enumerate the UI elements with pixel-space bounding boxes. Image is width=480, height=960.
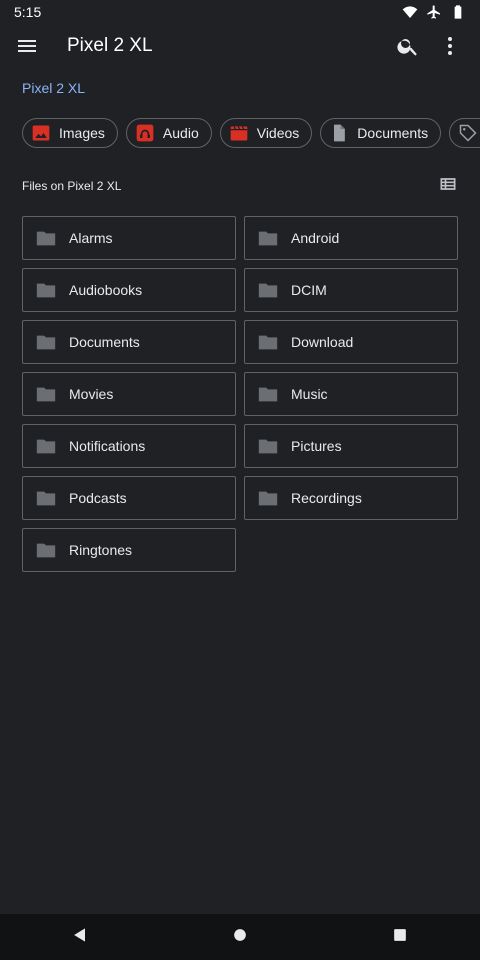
- folder-icon: [36, 335, 56, 350]
- folder-name: Documents: [69, 334, 140, 350]
- menu-icon: [18, 40, 36, 52]
- folder-icon: [258, 439, 278, 454]
- label-icon: [459, 124, 477, 142]
- status-icons: [402, 4, 466, 20]
- battery-icon: [454, 5, 462, 19]
- folder-name: Pictures: [291, 438, 342, 454]
- airplane-icon: [427, 5, 440, 19]
- folder-icon: [258, 231, 278, 246]
- folder-icon: [36, 543, 56, 558]
- folder-item[interactable]: Notifications: [22, 424, 236, 468]
- folder-icon: [258, 387, 278, 402]
- folder-icon: [258, 491, 278, 506]
- folder-name: Android: [291, 230, 340, 246]
- folder-item[interactable]: Download: [244, 320, 458, 364]
- more-vert-icon: [448, 37, 452, 55]
- folder-name: Audiobooks: [69, 282, 143, 298]
- recents-icon: [394, 928, 406, 941]
- chip-images[interactable]: Images: [22, 118, 118, 148]
- list-view-toggle[interactable]: [438, 174, 458, 199]
- folder-name: Music: [291, 386, 328, 402]
- folder-grid: Alarms Android Audiobooks DCIM Documents…: [22, 216, 458, 572]
- chip-label: Documents: [357, 125, 429, 141]
- folder-item[interactable]: Android: [244, 216, 458, 260]
- folder-item[interactable]: DCIM: [244, 268, 458, 312]
- section-header: Files on Pixel 2 XL: [22, 176, 458, 196]
- document-icon: [334, 124, 346, 142]
- home-button[interactable]: [230, 925, 250, 950]
- folder-icon: [36, 439, 56, 454]
- folder-name: Alarms: [69, 230, 113, 246]
- status-bar: 5:15: [0, 0, 480, 24]
- folder-icon: [36, 283, 56, 298]
- chip-large[interactable]: La: [449, 118, 480, 148]
- home-icon: [234, 928, 246, 941]
- breadcrumb[interactable]: Pixel 2 XL: [22, 80, 85, 96]
- folder-icon: [36, 387, 56, 402]
- chip-audio[interactable]: Audio: [125, 118, 212, 148]
- section-label: Files on Pixel 2 XL: [22, 179, 122, 193]
- audio-icon: [136, 124, 154, 142]
- folder-item[interactable]: Recordings: [244, 476, 458, 520]
- folder-item[interactable]: Movies: [22, 372, 236, 416]
- back-button[interactable]: [70, 925, 90, 950]
- chip-label: Images: [59, 125, 105, 141]
- wifi-icon: [402, 6, 418, 18]
- recents-button[interactable]: [390, 925, 410, 950]
- system-nav-bar: [0, 914, 480, 960]
- status-time: 5:15: [14, 4, 42, 20]
- folder-item[interactable]: Pictures: [244, 424, 458, 468]
- folder-item[interactable]: Alarms: [22, 216, 236, 260]
- chip-label: Videos: [256, 125, 300, 141]
- chip-videos[interactable]: Videos: [219, 118, 313, 148]
- menu-button[interactable]: [15, 34, 39, 58]
- image-icon: [32, 125, 50, 141]
- chip-documents[interactable]: Documents: [320, 118, 442, 148]
- back-icon: [74, 927, 85, 942]
- folder-name: Recordings: [291, 490, 362, 506]
- folder-item[interactable]: Audiobooks: [22, 268, 236, 312]
- more-options-button[interactable]: [438, 34, 462, 58]
- category-chips: Images Audio Videos Documents La: [22, 118, 480, 150]
- folder-item[interactable]: Music: [244, 372, 458, 416]
- folder-icon: [258, 335, 278, 350]
- video-icon: [230, 126, 248, 141]
- folder-name: DCIM: [291, 282, 327, 298]
- page-title: Pixel 2 XL: [67, 35, 153, 56]
- search-icon: [397, 39, 417, 56]
- folder-item[interactable]: Ringtones: [22, 528, 236, 572]
- app-bar: Pixel 2 XL: [0, 24, 480, 68]
- folder-name: Ringtones: [69, 542, 133, 558]
- folder-item[interactable]: Podcasts: [22, 476, 236, 520]
- folder-name: Download: [291, 334, 354, 350]
- list-view-icon: [440, 177, 456, 190]
- folder-icon: [36, 231, 56, 246]
- search-button[interactable]: [396, 34, 420, 58]
- folder-icon: [258, 283, 278, 298]
- chip-label: Audio: [162, 125, 199, 141]
- folder-name: Podcasts: [69, 490, 127, 506]
- folder-name: Notifications: [69, 438, 146, 454]
- folder-item[interactable]: Documents: [22, 320, 236, 364]
- folder-icon: [36, 491, 56, 506]
- folder-name: Movies: [69, 386, 114, 402]
